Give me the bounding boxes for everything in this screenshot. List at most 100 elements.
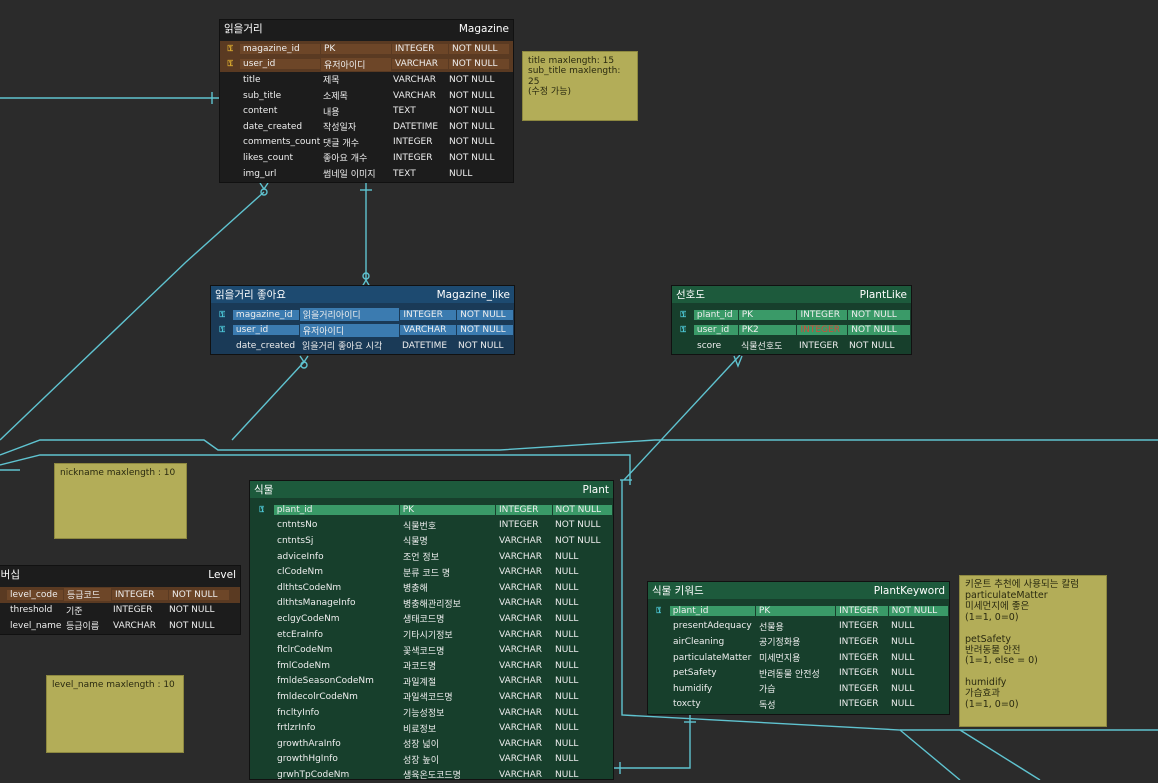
level-entity-name: Level <box>208 568 236 581</box>
column-type: VARCHAR <box>499 613 543 624</box>
column-label: 유저아이디 <box>299 323 400 337</box>
column-type: INTEGER <box>839 699 879 710</box>
plant-row[interactable]: etcEraInfo 기타시기정보 VARCHAR NULL <box>250 627 613 643</box>
magazine-row[interactable]: title 제목 VARCHAR NOT NULL <box>220 72 513 88</box>
magazine-row[interactable]: date_created 작성일자 DATETIME NOT NULL <box>220 119 513 135</box>
column-name: img_url <box>243 168 277 179</box>
magazine-row[interactable]: ⚿ magazine_id PK INTEGER NOT NULL <box>220 41 513 57</box>
column-type: TEXT <box>393 106 416 117</box>
column-label: 기타시기정보 <box>403 631 453 642</box>
column-type: DATETIME <box>393 121 439 132</box>
column-name: likes_count <box>243 152 294 163</box>
column-null: NOT NULL <box>555 535 601 546</box>
plant-row[interactable]: frtlzrInfo 비료정보 VARCHAR NULL <box>250 720 613 736</box>
level-row[interactable]: ⚿level_code등급코드INTEGERNOT NULL <box>0 587 240 603</box>
plantlike-row[interactable]: ⚿ plant_id PK INTEGER NOT NULL <box>672 307 911 323</box>
column-label: PK2 <box>738 325 797 336</box>
column-label: 가습 <box>759 685 776 696</box>
magazine-row[interactable]: comments_count 댓글 개수 INTEGER NOT NULL <box>220 135 513 151</box>
keyword-note-line: (1=1, 0=0) <box>965 611 1019 623</box>
magazine-like-row[interactable]: date_created 읽을거리 좋아요 시각 DATETIME NOT NULL <box>211 338 514 354</box>
plantlike-entity-name: PlantLike <box>859 288 907 301</box>
plant-row[interactable]: fmlCodeNm 과코드명 VARCHAR NULL <box>250 658 613 674</box>
magazine-like-row[interactable]: ⚿ user_id 유저아이디 VARCHAR NOT NULL <box>211 323 514 339</box>
column-type: INTEGER <box>799 340 839 351</box>
column-null: NOT NULL <box>169 605 215 616</box>
column-label: 생태코드명 <box>403 615 445 626</box>
column-type: VARCHAR <box>499 598 543 609</box>
magazine-like-table[interactable]: 읽을거리 좋아요 Magazine_like ⚿ magazine_id 읽을거리아… <box>210 285 515 355</box>
column-type: VARCHAR <box>499 691 543 702</box>
column-name: date_created <box>236 340 296 351</box>
level-name-note: level_name maxlength : 10 <box>46 675 184 753</box>
plantlike-table[interactable]: 선호도 PlantLike ⚿ plant_id PK INTEGER NOT NULL… <box>671 285 912 355</box>
plantkeyword-row[interactable]: ⚿ plant_id PK INTEGER NOT NULL <box>648 603 949 619</box>
magazine-row[interactable]: content 내용 TEXT NOT NULL <box>220 103 513 119</box>
plantlike-row[interactable]: score 식물선호도 INTEGER NOT NULL <box>672 338 911 354</box>
plant-row[interactable]: grwhTpCodeNm 생육온도코드명 VARCHAR NULL <box>250 767 613 783</box>
primary-key-icon: ⚿ <box>656 605 662 615</box>
plantkeyword-table[interactable]: 식물 키워드 PlantKeyword ⚿ plant_id PK INTEGER NO… <box>647 581 950 715</box>
plantkeyword-row[interactable]: particulateMatter 미세먼지용 INTEGER NULL <box>648 650 949 666</box>
level-table[interactable]: 멤버십 Level ⚿level_code등급코드INTEGERNOT NULL… <box>0 565 241 635</box>
column-type: VARCHAR <box>499 754 543 765</box>
plantlike-row[interactable]: ⚿ user_id PK2 INTEGER NOT NULL <box>672 323 911 339</box>
plantkeyword-row[interactable]: airCleaning 공기정화용 INTEGER NULL <box>648 634 949 650</box>
column-null: NOT NULL <box>849 340 895 351</box>
plant-row[interactable]: dlthtsManageInfo 병충해관리정보 VARCHAR NULL <box>250 596 613 612</box>
plant-row[interactable]: growthHgInfo 성장 높이 VARCHAR NULL <box>250 752 613 768</box>
plant-row[interactable]: cntntsSj 식물명 VARCHAR NOT NULL <box>250 533 613 549</box>
plant-row[interactable]: adviceInfo 조언 정보 VARCHAR NULL <box>250 549 613 565</box>
plantkeyword-row[interactable]: humidify 가습 INTEGER NULL <box>648 681 949 697</box>
plant-row[interactable]: fmldecolrCodeNm 과일색코드명 VARCHAR NULL <box>250 689 613 705</box>
column-name: cntntsNo <box>277 520 318 531</box>
plantkeyword-row[interactable]: presentAdequacy 선물용 INTEGER NULL <box>648 619 949 635</box>
magazine-row[interactable]: sub_title 소제목 VARCHAR NOT NULL <box>220 88 513 104</box>
magazine-like-row[interactable]: ⚿ magazine_id 읽을거리아이디 INTEGER NOT NULL <box>211 307 514 323</box>
column-type: VARCHAR <box>393 90 437 101</box>
plant-row[interactable]: fncltyInfo 기능성정보 VARCHAR NULL <box>250 705 613 721</box>
plant-row[interactable]: flclrCodeNm 꽃색코드명 VARCHAR NULL <box>250 642 613 658</box>
column-type: VARCHAR <box>113 620 157 631</box>
plantlike-header: 선호도 PlantLike <box>672 286 911 303</box>
column-label: 과일계절 <box>403 677 437 688</box>
plant-row[interactable]: dlthtsCodeNm 병충해 VARCHAR NULL <box>250 580 613 596</box>
plantkeyword-row[interactable]: petSafety 반려동물 안전성 INTEGER NULL <box>648 665 949 681</box>
column-name: etcEraInfo <box>277 629 323 640</box>
column-type: INTEGER <box>495 504 552 515</box>
column-null: NULL <box>891 621 915 632</box>
column-name: fmlCodeNm <box>277 660 330 671</box>
plant-row[interactable]: clCodeNm 분류 코드 명 VARCHAR NULL <box>250 564 613 580</box>
column-null: NULL <box>555 754 579 765</box>
column-type: TEXT <box>393 168 416 179</box>
plant-row[interactable]: growthAraInfo 성장 넓이 VARCHAR NULL <box>250 736 613 752</box>
column-name: content <box>243 106 278 117</box>
plant-row[interactable]: cntntsNo 식물번호 INTEGER NOT NULL <box>250 518 613 534</box>
column-type: INTEGER <box>393 137 433 148</box>
column-label: 과코드명 <box>403 662 437 673</box>
plant-row[interactable]: ⚿ plant_id PK INTEGER NOT NULL <box>250 502 613 518</box>
plant-row[interactable]: eclgyCodeNm 생태코드명 VARCHAR NULL <box>250 611 613 627</box>
magazine-row[interactable]: likes_count 좋아요 개수 INTEGER NOT NULL <box>220 150 513 166</box>
primary-key-icon: ⚿ <box>227 43 233 53</box>
plant-entity-name: Plant <box>582 483 609 496</box>
level-row[interactable]: level_name 등급이름 VARCHAR NOT NULL <box>0 618 240 634</box>
column-name: level_name <box>10 620 62 631</box>
column-null: NULL <box>555 567 579 578</box>
plantkeyword-row[interactable]: toxcty 독성 INTEGER NULL <box>648 697 949 713</box>
plant-row[interactable]: fmldeSeasonCodeNm 과일계절 VARCHAR NULL <box>250 674 613 690</box>
magazine-row[interactable]: img_url 썸네일 이미지 TEXT NULL <box>220 166 513 182</box>
column-name: adviceInfo <box>277 551 324 562</box>
magazine-row[interactable]: ⚿ user_id 유저아이디 VARCHAR NOT NULL <box>220 56 513 73</box>
column-null: NULL <box>555 707 579 718</box>
column-label: 식물명 <box>403 537 428 548</box>
magazine-entity-name: Magazine <box>458 22 509 35</box>
level-row[interactable]: threshold 기준 INTEGER NOT NULL <box>0 603 240 619</box>
column-name: comments_count <box>243 137 320 148</box>
magazine-table[interactable]: 읽을거리 Magazine ⚿ magazine_id PK INTEGER NOT N… <box>219 19 514 183</box>
plant-table[interactable]: 식물 Plant ⚿ plant_id PK INTEGER NOT NULL cntnt… <box>249 480 614 783</box>
column-label: PK <box>399 504 495 515</box>
rel-line-like-user <box>231 361 305 441</box>
keyword-note-line: petSafety <box>965 633 1011 645</box>
column-type: VARCHAR <box>499 535 543 546</box>
